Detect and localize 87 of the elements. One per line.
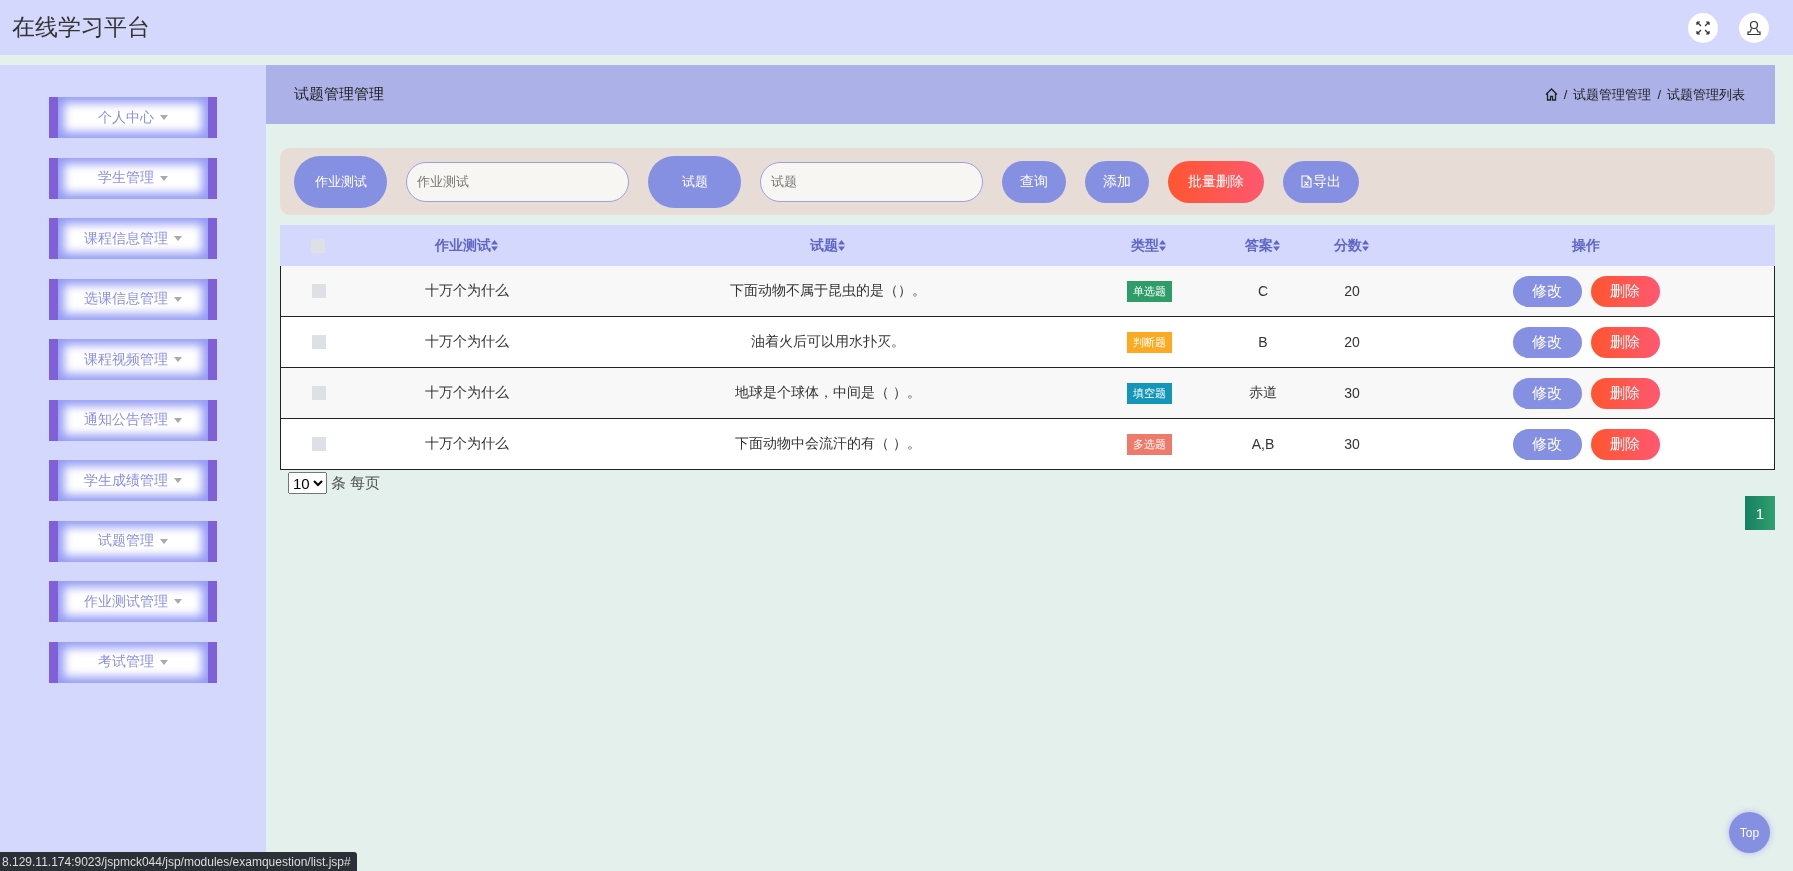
sidebar-menu-item[interactable]: 课程视频管理 (49, 339, 217, 380)
breadcrumb-link[interactable]: 试题管理列表 (1667, 85, 1745, 104)
caret-icon (174, 357, 182, 362)
sort-icon[interactable] (1272, 240, 1280, 251)
page-size-label: 条 每页 (331, 473, 381, 493)
delete-button[interactable]: 删除 (1590, 326, 1660, 358)
page-title: 试题管理管理 (294, 85, 384, 104)
sidebar-menu-item[interactable]: 选课信息管理 (49, 278, 217, 320)
sort-icon[interactable] (490, 240, 498, 251)
row-checkbox[interactable] (311, 335, 326, 349)
row-checkbox[interactable] (311, 437, 326, 451)
column-header[interactable]: 类型 (1130, 236, 1159, 255)
table-cell: 30 (1344, 436, 1360, 452)
field-label: 作业测试 (294, 155, 387, 208)
caret-icon (160, 538, 168, 544)
table-cell: 十万个为什么 (425, 282, 509, 300)
table-cell: 十万个为什么 (425, 384, 509, 402)
caret-icon (174, 296, 182, 302)
sidebar-menu-item[interactable]: 试题管理 (49, 520, 217, 562)
table-cell: 下面动物中会流汗的有（ ）。 (735, 435, 921, 453)
edit-button[interactable]: 修改 (1512, 377, 1582, 409)
fullscreen-icon[interactable] (1688, 12, 1718, 43)
delete-button[interactable]: 删除 (1590, 275, 1660, 307)
table-cell: 油着火后可以用水扑灭。 (751, 333, 905, 351)
caret-icon (174, 236, 182, 241)
type-tag: 单选题 (1126, 280, 1172, 302)
sort-icon[interactable] (1361, 240, 1369, 251)
sidebar-menu-item[interactable]: 学生管理 (49, 157, 217, 199)
type-tag: 填空题 (1126, 382, 1172, 404)
caret-icon (174, 417, 182, 423)
page-button[interactable]: 1 (1745, 496, 1775, 530)
sort-icon[interactable] (1158, 240, 1166, 251)
column-header[interactable]: 操作 (1572, 236, 1600, 255)
select-all-checkbox[interactable] (310, 238, 325, 253)
type-tag: 判断题 (1126, 331, 1172, 353)
sidebar-menu-item[interactable]: 考试管理 (49, 641, 217, 683)
table-cell: 20 (1344, 283, 1360, 299)
batch-delete-button[interactable]: 批量删除 (1168, 160, 1264, 203)
caret-icon (174, 478, 182, 483)
table-cell: 30 (1344, 385, 1360, 401)
delete-button[interactable]: 删除 (1590, 377, 1660, 409)
table-cell: 地球是个球体，中间是（ ）。 (735, 384, 921, 402)
page-size-select[interactable]: 10 (288, 472, 327, 494)
file-icon (1301, 175, 1312, 188)
action-button[interactable]: 添加 (1085, 160, 1149, 203)
user-icon[interactable] (1739, 12, 1769, 43)
table-cell: 20 (1344, 334, 1360, 350)
table-cell: 下面动物不属于昆虫的是（）。 (730, 282, 926, 300)
field-label: 试题 (648, 155, 741, 208)
type-tag: 多选题 (1126, 433, 1172, 455)
caret-icon (160, 115, 168, 120)
table-cell: A,B (1251, 436, 1275, 452)
column-header[interactable]: 分数 (1333, 236, 1362, 255)
caret-icon (160, 175, 168, 181)
row-checkbox[interactable] (311, 386, 326, 400)
export-button[interactable]: 导出 (1283, 160, 1359, 203)
sidebar-menu-item[interactable]: 学生成绩管理 (49, 460, 217, 501)
sidebar-menu-item[interactable]: 通知公告管理 (49, 399, 217, 441)
search-field[interactable]: 试题 (760, 161, 983, 202)
edit-button[interactable]: 修改 (1512, 275, 1582, 307)
table-cell: 十万个为什么 (425, 435, 509, 453)
column-header[interactable]: 作业测试 (434, 236, 491, 255)
edit-button[interactable]: 修改 (1512, 326, 1582, 358)
delete-button[interactable]: 删除 (1590, 428, 1660, 460)
action-button[interactable]: 查询 (1002, 160, 1066, 203)
table-cell: B (1258, 334, 1268, 350)
table-cell: 赤道 (1249, 384, 1277, 402)
table-cell: 十万个为什么 (425, 333, 509, 351)
sort-icon[interactable] (837, 240, 845, 251)
column-header[interactable]: 试题 (809, 236, 838, 255)
sidebar-menu-item[interactable]: 课程信息管理 (49, 218, 217, 259)
app-title: 在线学习平台 (12, 13, 150, 42)
breadcrumb-separator: / (1563, 87, 1568, 102)
table-cell: C (1257, 283, 1269, 299)
status-bar-url: 8.129.11.174:9023/jspmck044/jsp/modules/examquestion/list.jsp# (0, 852, 357, 871)
home-icon[interactable] (1544, 88, 1558, 101)
breadcrumb-link[interactable]: 试题管理管理 (1573, 85, 1652, 104)
caret-icon (174, 599, 182, 604)
caret-icon (160, 659, 168, 665)
sidebar-menu-item[interactable]: 作业测试管理 (49, 581, 217, 622)
breadcrumb-separator: / (1657, 87, 1661, 102)
back-to-top-button[interactable]: Top (1729, 812, 1770, 853)
search-field[interactable]: 作业测试 (406, 161, 629, 202)
column-header[interactable]: 答案 (1244, 236, 1273, 255)
edit-button[interactable]: 修改 (1512, 428, 1582, 460)
sidebar-menu-item[interactable]: 个人中心 (49, 97, 217, 138)
row-checkbox[interactable] (311, 284, 326, 298)
